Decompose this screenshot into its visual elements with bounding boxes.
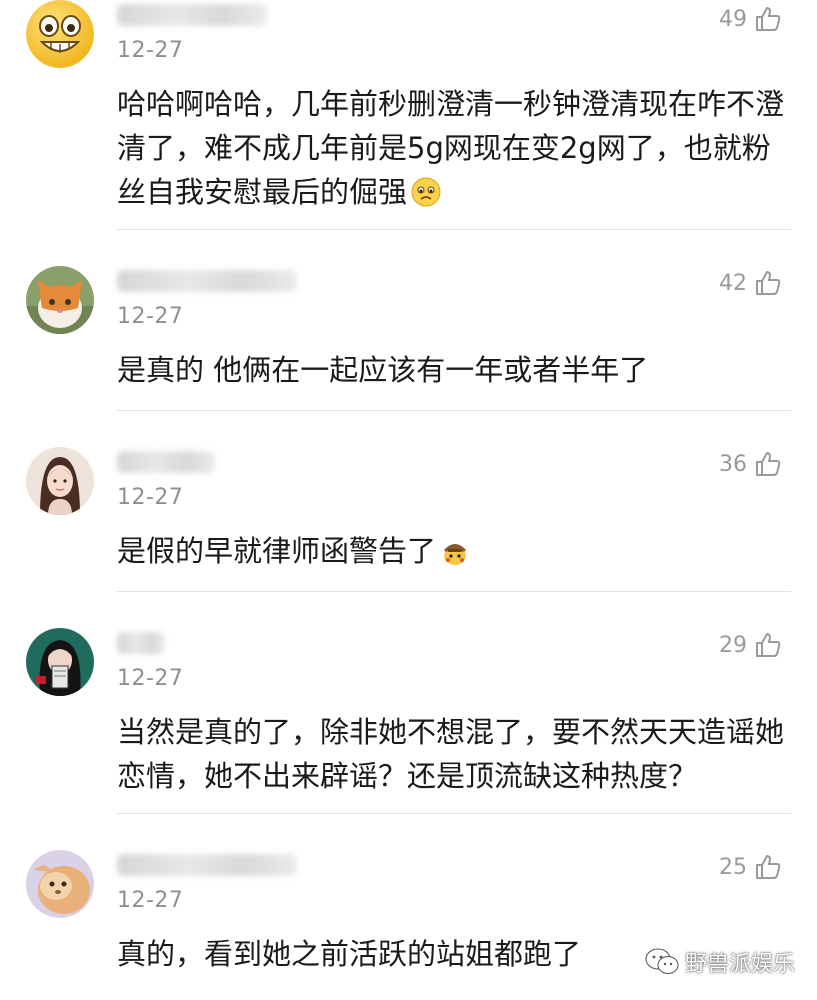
sad-face-emoji-icon [411,177,441,207]
avatar[interactable] [26,850,94,918]
like-count: 25 [719,854,747,880]
comment-item: 12-27 29 当然是真的了，除非她不想混了，要不然天天造谣她恋情，她不出来辟… [0,592,817,814]
cat-avatar-icon [26,266,94,334]
username-blurred[interactable] [117,451,215,473]
username-blurred[interactable] [117,854,297,876]
username-blurred[interactable] [117,632,165,654]
avatar[interactable] [26,447,94,515]
like-button[interactable]: 42 [719,270,781,296]
thumbs-up-icon [756,633,781,657]
thumbs-up-icon [756,452,781,476]
like-button[interactable]: 29 [719,632,781,658]
comment-item: 12-27 49 哈哈啊哈哈，几年前秒删澄清一秒钟澄清现在咋不澄清了，难不成几年… [0,0,817,230]
comment-text: 哈哈啊哈哈，几年前秒删澄清一秒钟澄清现在咋不澄清了，难不成几年前是5g网现在变2… [117,87,785,209]
comment-item: 12-27 42 是真的 他俩在一起应该有一年或者半年了 [0,230,817,411]
like-count: 42 [719,270,747,296]
avatar[interactable] [26,0,94,68]
avatar[interactable] [26,266,94,334]
detective-pikachu-emoji-icon [444,544,467,565]
like-button[interactable]: 49 [719,6,781,32]
watermark-text: 野兽派娱乐 [684,952,795,977]
comment-date: 12-27 [117,888,184,913]
comment-text: 是假的早就律师函警告了 [117,529,797,573]
username-blurred[interactable] [117,270,297,292]
like-count: 29 [719,632,747,658]
girl-avatar-icon [26,447,94,515]
comment-text: 当然是真的了，除非她不想混了，要不然天天造谣她恋情，她不出来辟谣？还是顶流缺这种… [117,715,785,793]
pet-avatar-icon [26,850,94,918]
comment-date: 12-27 [117,304,184,329]
like-button[interactable]: 36 [719,451,781,477]
like-button[interactable]: 25 [719,854,781,880]
thumbs-up-icon [756,7,781,31]
thumbs-up-icon [756,271,781,295]
like-count: 36 [719,451,747,477]
username-blurred[interactable] [117,4,267,26]
woman-with-book-avatar-icon [26,628,94,696]
comment-text: 是真的 他俩在一起应该有一年或者半年了 [117,353,649,387]
grinning-face-icon [26,0,94,68]
like-count: 49 [719,6,747,32]
comment-date: 12-27 [117,485,184,510]
comment-date: 12-27 [117,666,184,691]
comment-item: 12-27 36 是假的早就律师函警告了 [0,411,817,592]
thumbs-up-icon [756,855,781,879]
comment-date: 12-27 [117,38,184,63]
avatar[interactable] [26,628,94,696]
wechat-icon [645,948,679,974]
watermark: 野兽派娱乐 [645,946,795,978]
